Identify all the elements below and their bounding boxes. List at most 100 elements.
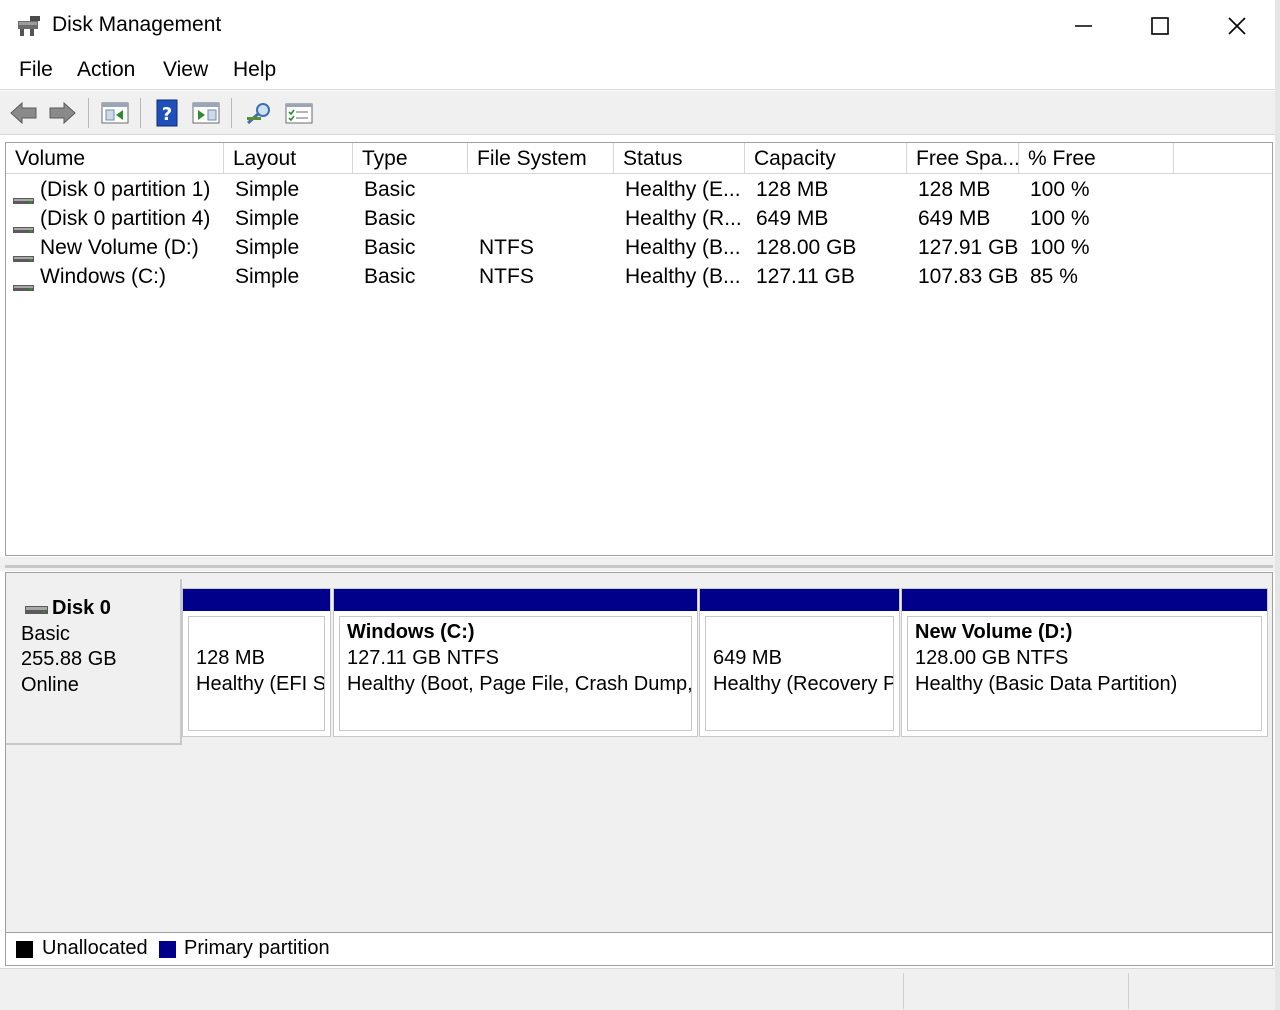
back-icon [10, 101, 37, 125]
cell-type: Basic [364, 207, 416, 230]
volume-icon [13, 273, 34, 291]
partition-name: New Volume (D:) [915, 621, 1073, 643]
back-button[interactable] [8, 97, 40, 129]
disk-type: Basic [21, 623, 70, 645]
disk-management-app-icon [16, 15, 42, 37]
partition-name: Windows (C:) [347, 621, 475, 643]
volume-list[interactable]: Volume Layout Type File System Status Ca… [5, 142, 1273, 556]
pane-splitter[interactable] [0, 557, 1280, 571]
column-header-layout[interactable]: Layout [224, 143, 353, 174]
partition-detail: New Volume (D:) 128.00 GB NTFS Healthy (… [907, 616, 1262, 731]
help-button[interactable]: ? [151, 97, 183, 129]
status-bar-separator [1128, 973, 1129, 1009]
cell-capacity: 127.11 GB [756, 265, 855, 288]
cell-percent-free: 100 % [1030, 236, 1090, 259]
cell-file-system: NTFS [479, 265, 534, 288]
legend-primary-partition: Primary partition [184, 937, 330, 959]
details-button[interactable] [283, 97, 315, 129]
column-header-capacity[interactable]: Capacity [745, 143, 907, 174]
cell-volume: Windows (C:) [40, 265, 167, 288]
cell-layout: Simple [235, 236, 300, 259]
partition-size: 649 MB [713, 647, 782, 669]
properties-button[interactable] [190, 97, 222, 129]
menu-file[interactable]: File [19, 58, 53, 82]
volume-row[interactable]: New Volume (D:) Simple Basic NTFS Healthy (B… [6, 234, 1272, 263]
primary-partition-bar [700, 589, 899, 611]
connect-icon [246, 103, 270, 125]
volume-row[interactable]: (Disk 0 partition 1) Simple Basic Healthy (… [6, 176, 1272, 205]
minimize-button[interactable] [1045, 0, 1123, 52]
volume-icon [13, 244, 34, 262]
title-bar: Disk Management [0, 0, 1280, 52]
disk-map-pane: Disk 0 Basic 255.88 GB Online 128 MB Hea… [5, 572, 1273, 966]
cell-layout: Simple [235, 178, 300, 201]
partition-efi[interactable]: 128 MB Healthy (EFI System Partition) [182, 588, 331, 737]
list-header: Volume Layout Type File System Status Ca… [6, 143, 1272, 174]
cell-status: Healthy (B... [625, 265, 741, 288]
connect-button[interactable] [243, 97, 275, 129]
forward-button[interactable] [46, 97, 78, 129]
toolbar-separator [140, 98, 141, 128]
status-bar [0, 968, 1280, 1010]
volume-row[interactable]: (Disk 0 partition 4) Simple Basic Healthy (… [6, 205, 1272, 234]
partition-new-volume-d[interactable]: New Volume (D:) 128.00 GB NTFS Healthy (… [901, 588, 1268, 737]
disk-icon [25, 601, 48, 614]
cell-volume: (Disk 0 partition 4) [40, 207, 211, 230]
column-header-file-system[interactable]: File System [468, 143, 614, 174]
partition-recovery[interactable]: 649 MB Healthy (Recovery Partition) [699, 588, 900, 737]
unallocated-swatch [16, 941, 33, 958]
partition-size: 127.11 GB NTFS [347, 647, 499, 669]
menu-action[interactable]: Action [77, 58, 135, 82]
cell-status: Healthy (R... [625, 207, 742, 230]
maximize-button[interactable] [1121, 0, 1199, 52]
cell-type: Basic [364, 236, 416, 259]
menu-view[interactable]: View [163, 58, 208, 82]
cell-volume: New Volume (D:) [40, 236, 199, 259]
status-bar-separator [903, 973, 904, 1009]
disk-0-label[interactable]: Disk 0 Basic 255.88 GB Online [6, 579, 182, 745]
column-header-volume[interactable]: Volume [6, 143, 224, 174]
svg-text:?: ? [162, 104, 172, 125]
legend-unallocated: Unallocated [42, 937, 148, 959]
cell-volume: (Disk 0 partition 1) [40, 178, 211, 201]
cell-free-space: 127.91 GB [918, 236, 1019, 259]
column-header-status[interactable]: Status [614, 143, 745, 174]
cell-type: Basic [364, 265, 416, 288]
column-header-type[interactable]: Type [353, 143, 468, 174]
partition-windows-c[interactable]: Windows (C:) 127.11 GB NTFS Healthy (Boo… [333, 588, 698, 737]
cell-layout: Simple [235, 207, 300, 230]
partition-status: Healthy (Boot, Page File, Crash Dump, Ba… [347, 673, 692, 695]
cell-free-space: 107.83 GB [918, 265, 1019, 288]
splitter-line [5, 565, 1273, 568]
cell-capacity: 128.00 GB [756, 236, 857, 259]
partition-size: 128.00 GB NTFS [915, 647, 1069, 669]
show-hide-console-tree-button[interactable] [99, 97, 131, 129]
window-edge [1275, 0, 1280, 1010]
cell-capacity: 649 MB [756, 207, 829, 230]
toolbar-separator [231, 98, 232, 128]
volume-row[interactable]: Windows (C:) Simple Basic NTFS Healthy (B...… [6, 263, 1272, 292]
toolbar: ? [0, 91, 1280, 135]
menu-bar: File Action View Help [0, 52, 1280, 90]
column-header-free-space[interactable]: Free Spa... [907, 143, 1019, 174]
partition-status: Healthy (Basic Data Partition) [915, 673, 1178, 695]
volume-icon [13, 186, 34, 204]
cell-status: Healthy (E... [625, 178, 741, 201]
primary-partition-bar [334, 589, 697, 611]
column-header-percent-free[interactable]: % Free [1019, 143, 1174, 174]
cell-capacity: 128 MB [756, 178, 829, 201]
cell-layout: Simple [235, 265, 300, 288]
partition-detail: 128 MB Healthy (EFI System Partition) [188, 616, 325, 731]
primary-partition-bar [183, 589, 330, 611]
close-button[interactable] [1198, 0, 1276, 52]
details-icon [285, 103, 313, 124]
cell-status: Healthy (B... [625, 236, 741, 259]
cell-percent-free: 85 % [1030, 265, 1078, 288]
menu-help[interactable]: Help [233, 58, 276, 82]
disk-name: Disk 0 [52, 597, 111, 619]
disk-state: Online [21, 674, 79, 696]
window-title: Disk Management [52, 13, 222, 36]
legend: Unallocated Primary partition [5, 932, 1273, 966]
cell-percent-free: 100 % [1030, 178, 1090, 201]
partition-status: Healthy (EFI System Partition) [196, 673, 325, 695]
